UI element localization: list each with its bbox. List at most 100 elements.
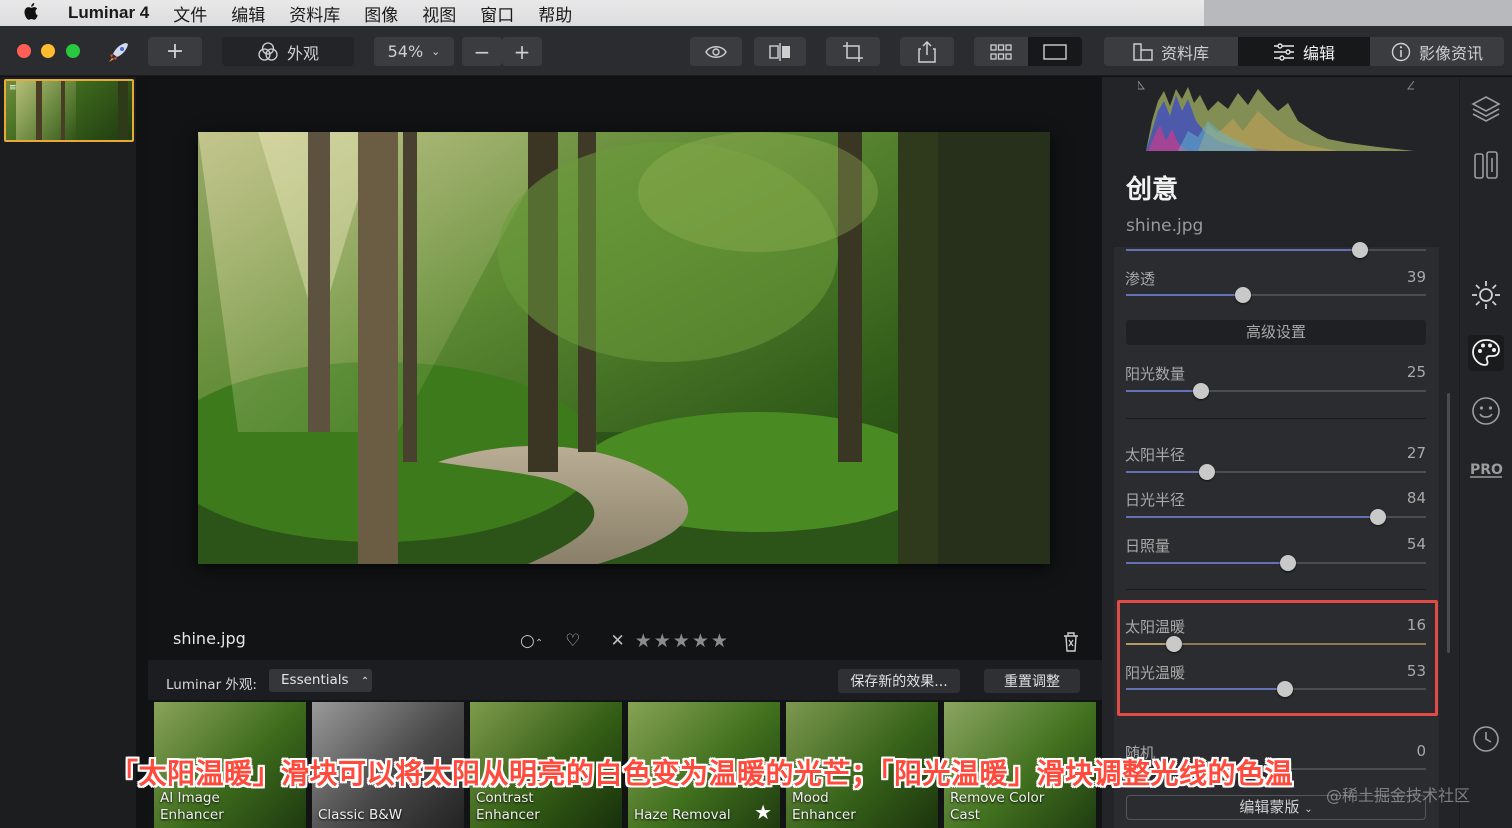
svg-text:PRO: PRO (1470, 462, 1503, 478)
panel-title: 创意 (1126, 175, 1179, 205)
zoom-in-button[interactable]: + (502, 37, 542, 66)
looks-circles-icon (258, 41, 278, 61)
divider (1126, 589, 1426, 590)
chevron-down-icon: ⌄ (1304, 804, 1313, 815)
penetration-slider[interactable] (1126, 287, 1426, 303)
star-rating[interactable]: ★★★★★ (635, 630, 730, 652)
look-name: Haze Removal (634, 807, 731, 823)
plus-icon: + (513, 39, 531, 64)
slider-handle[interactable] (1193, 383, 1209, 399)
chevron-up-icon: ⌃ (360, 676, 370, 687)
warmth-highlight-box (1117, 600, 1438, 716)
menu-file[interactable]: 文件 (173, 1, 207, 26)
pro-tools-icon[interactable]: PRO (1468, 451, 1504, 487)
layers-icon[interactable] (1468, 91, 1504, 127)
penetration-value: 39 (1406, 268, 1426, 286)
color-label-icon[interactable]: ○⌃ (520, 631, 543, 651)
menu-image[interactable]: 图像 (364, 1, 398, 26)
canvas-tools-icon[interactable] (1468, 147, 1504, 183)
zoom-out-button[interactable]: − (462, 37, 502, 66)
tab-library[interactable]: 资料库 (1104, 37, 1238, 66)
ray-radius-slider[interactable] (1126, 509, 1426, 525)
favorite-star-icon[interactable]: ★ (754, 800, 772, 824)
zoom-window-button[interactable] (66, 44, 80, 58)
compare-split-icon (769, 42, 790, 61)
tab-info[interactable]: 影像资讯 (1370, 37, 1504, 66)
menu-view[interactable]: 视图 (422, 1, 456, 26)
edited-photo[interactable] (198, 132, 1050, 564)
reset-adjustments-label: 重置调整 (1004, 674, 1060, 690)
photo-thumbnail[interactable]: ≡ (4, 79, 134, 142)
sun-rays-count-slider[interactable] (1126, 383, 1426, 399)
history-clock-icon[interactable] (1468, 721, 1504, 757)
sun-radius-slider[interactable] (1126, 464, 1426, 480)
tab-library-label: 资料库 (1160, 43, 1209, 63)
menu-library[interactable]: 资料库 (289, 1, 340, 26)
slider-track[interactable] (1126, 242, 1426, 258)
rocket-icon[interactable] (106, 40, 132, 64)
photo-filename: shine.jpg (173, 629, 246, 648)
reject-icon[interactable]: ✕ (610, 631, 624, 651)
menubar-status-area (1204, 0, 1512, 26)
minimize-window-button[interactable] (41, 44, 55, 58)
sun-rays-count-label: 阳光数量 (1125, 365, 1186, 383)
look-name: Classic B&W (318, 807, 403, 823)
look-name: AI Image Enhancer (160, 790, 224, 823)
menu-edit[interactable]: 编辑 (231, 1, 265, 26)
crop-button[interactable] (826, 37, 880, 66)
close-window-button[interactable] (17, 44, 31, 58)
exposure-slider[interactable] (1126, 555, 1426, 571)
chevron-down-icon: ⌄ (431, 45, 441, 58)
trash-icon[interactable] (1062, 631, 1080, 653)
slider-handle[interactable] (1352, 242, 1368, 258)
penetration-label: 渗透 (1125, 270, 1156, 288)
ray-radius-label: 日光半径 (1125, 491, 1186, 509)
gallery-view-button[interactable] (974, 37, 1028, 66)
looks-button[interactable]: 外观 (222, 37, 354, 66)
save-look-button[interactable]: 保存新的效果... (838, 669, 960, 693)
zoom-dropdown[interactable]: 54% ⌄ (374, 37, 454, 66)
looks-bar-label: Luminar 外观: (166, 677, 257, 693)
slider-handle[interactable] (1199, 464, 1215, 480)
reset-adjustments-button[interactable]: 重置调整 (984, 669, 1080, 693)
grid-icon (990, 43, 1012, 60)
eye-icon (705, 45, 727, 58)
looks-category-select[interactable]: Essentials ⌃ (269, 669, 372, 692)
add-photos-button[interactable]: + (148, 37, 202, 66)
minus-icon: − (473, 39, 491, 64)
share-button[interactable] (900, 37, 954, 66)
menu-help[interactable]: 帮助 (538, 1, 572, 26)
portrait-face-icon[interactable] (1468, 393, 1504, 429)
essentials-sun-icon[interactable] (1468, 277, 1504, 313)
heart-icon[interactable]: ♡ (565, 631, 580, 651)
tool-category-rail: PRO (1459, 77, 1512, 828)
looks-category-value: Essentials (281, 672, 349, 688)
single-view-button[interactable] (1028, 37, 1082, 66)
sun-radius-label: 太阳半径 (1125, 446, 1186, 464)
compare-button[interactable] (754, 37, 806, 66)
edit-mask-label: 编辑蒙版 (1239, 798, 1300, 816)
tab-edit[interactable]: 编辑 (1238, 37, 1370, 66)
slider-handle[interactable] (1280, 555, 1296, 571)
slider-handle[interactable] (1235, 287, 1251, 303)
sliders-icon (1273, 42, 1294, 61)
tutorial-caption: 「太阳温暖」滑块可以将太阳从明亮的白色变为温暖的光芒；「阳光温暖」滑块调整光线的… (110, 757, 1294, 790)
crop-icon (843, 41, 863, 62)
panel-scrollbar[interactable] (1447, 393, 1450, 653)
share-icon (918, 40, 936, 63)
app-name-menu[interactable]: Luminar 4 (68, 3, 149, 23)
menu-window[interactable]: 窗口 (480, 1, 514, 26)
advanced-settings-button[interactable]: 高级设置 (1126, 320, 1426, 345)
random-value: 0 (1416, 742, 1426, 760)
creative-palette-icon[interactable] (1468, 335, 1504, 371)
sun-radius-value: 27 (1406, 444, 1426, 462)
tab-edit-label: 编辑 (1302, 43, 1335, 63)
histogram (1138, 81, 1414, 151)
preview-toggle-button[interactable] (690, 37, 742, 66)
apple-menu-icon[interactable] (24, 2, 52, 25)
sun-rays-count-value: 25 (1406, 363, 1426, 381)
tab-info-label: 影像资讯 (1418, 43, 1483, 63)
look-name: Contrast Enhancer (476, 790, 540, 823)
slider-handle[interactable] (1370, 509, 1386, 525)
save-look-label: 保存新的效果... (850, 674, 948, 690)
